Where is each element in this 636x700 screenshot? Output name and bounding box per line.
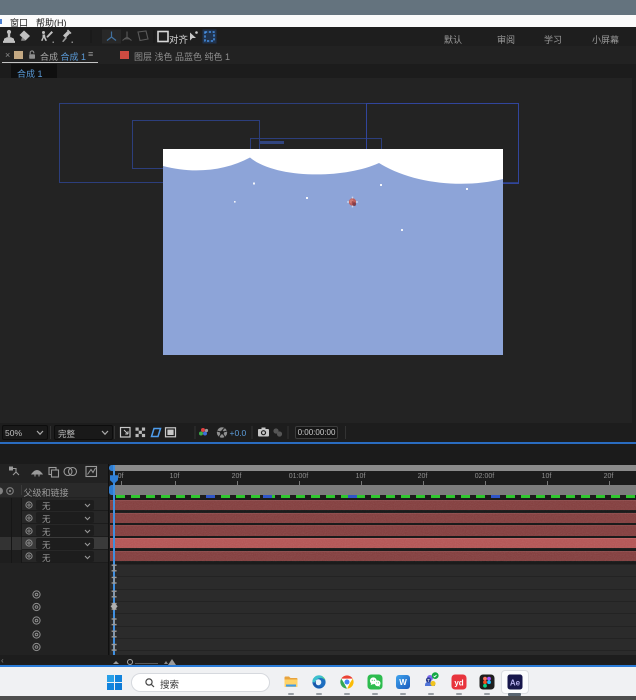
svg-text:W: W: [399, 678, 407, 687]
svg-text:T: T: [427, 678, 430, 683]
svg-text:Ae: Ae: [510, 678, 521, 687]
svg-text:yd: yd: [454, 678, 463, 687]
